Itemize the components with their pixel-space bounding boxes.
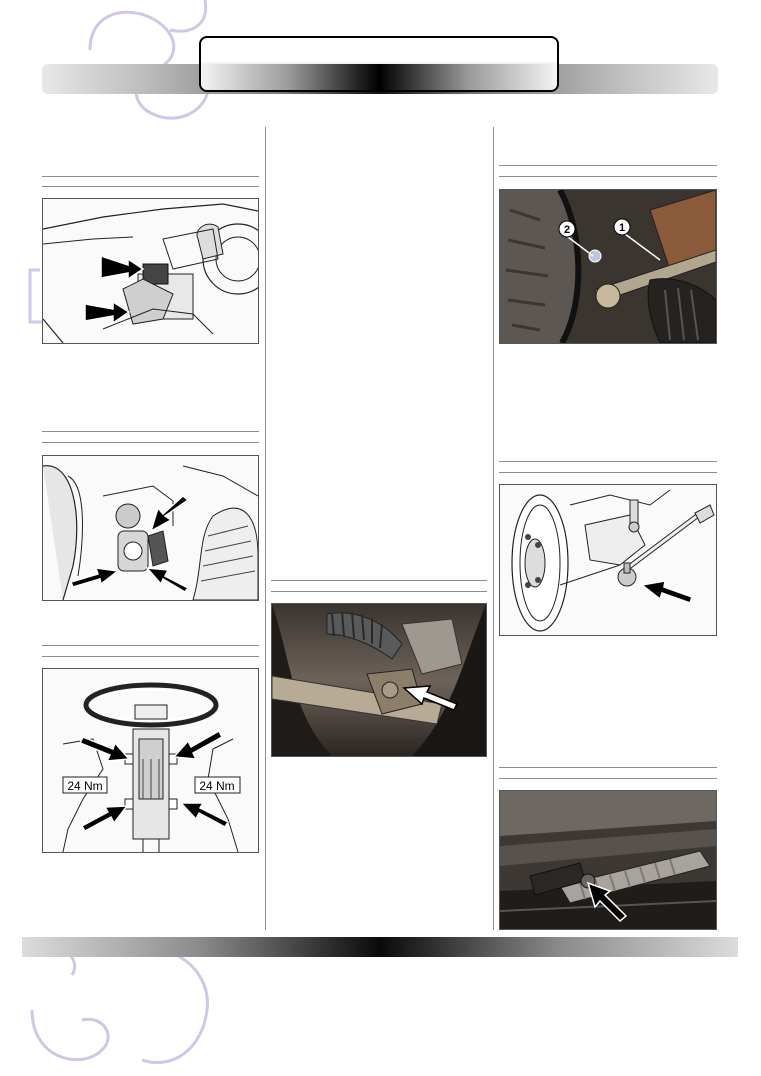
section-rule [42, 656, 259, 657]
figure-steering-column-torque: 24 Nm 24 Nm [42, 668, 259, 853]
watermark-bottom [30, 945, 209, 1065]
section-rule [42, 431, 259, 432]
footer-bar [22, 937, 738, 957]
figure-tie-rod-photo: 2 1 [499, 189, 717, 344]
figure-tie-rod-end-drawing [499, 484, 717, 636]
section-rule [499, 472, 717, 473]
figure-ignition-switch [42, 455, 259, 601]
section-rule [499, 165, 717, 166]
section-rule [42, 176, 259, 177]
section-rule [499, 767, 717, 768]
section-rule [499, 461, 717, 462]
section-rule [271, 580, 487, 581]
figure-steering-column-connector [42, 198, 259, 344]
torque-label-left: 24 Nm [67, 779, 102, 793]
figure-steering-rack-photo [499, 790, 717, 930]
column-separator-right [493, 127, 494, 930]
header-title-box [199, 36, 559, 92]
callout-2: 2 [564, 224, 570, 236]
callout-1: 1 [619, 222, 625, 234]
section-rule [42, 442, 259, 443]
torque-label-right: 24 Nm [199, 779, 234, 793]
section-rule [271, 591, 487, 592]
section-rule [499, 176, 717, 177]
section-rule [42, 186, 259, 187]
figure-drive-shaft-photo [271, 603, 487, 757]
section-rule [499, 778, 717, 779]
column-separator-left [265, 127, 266, 930]
section-rule [42, 645, 259, 646]
